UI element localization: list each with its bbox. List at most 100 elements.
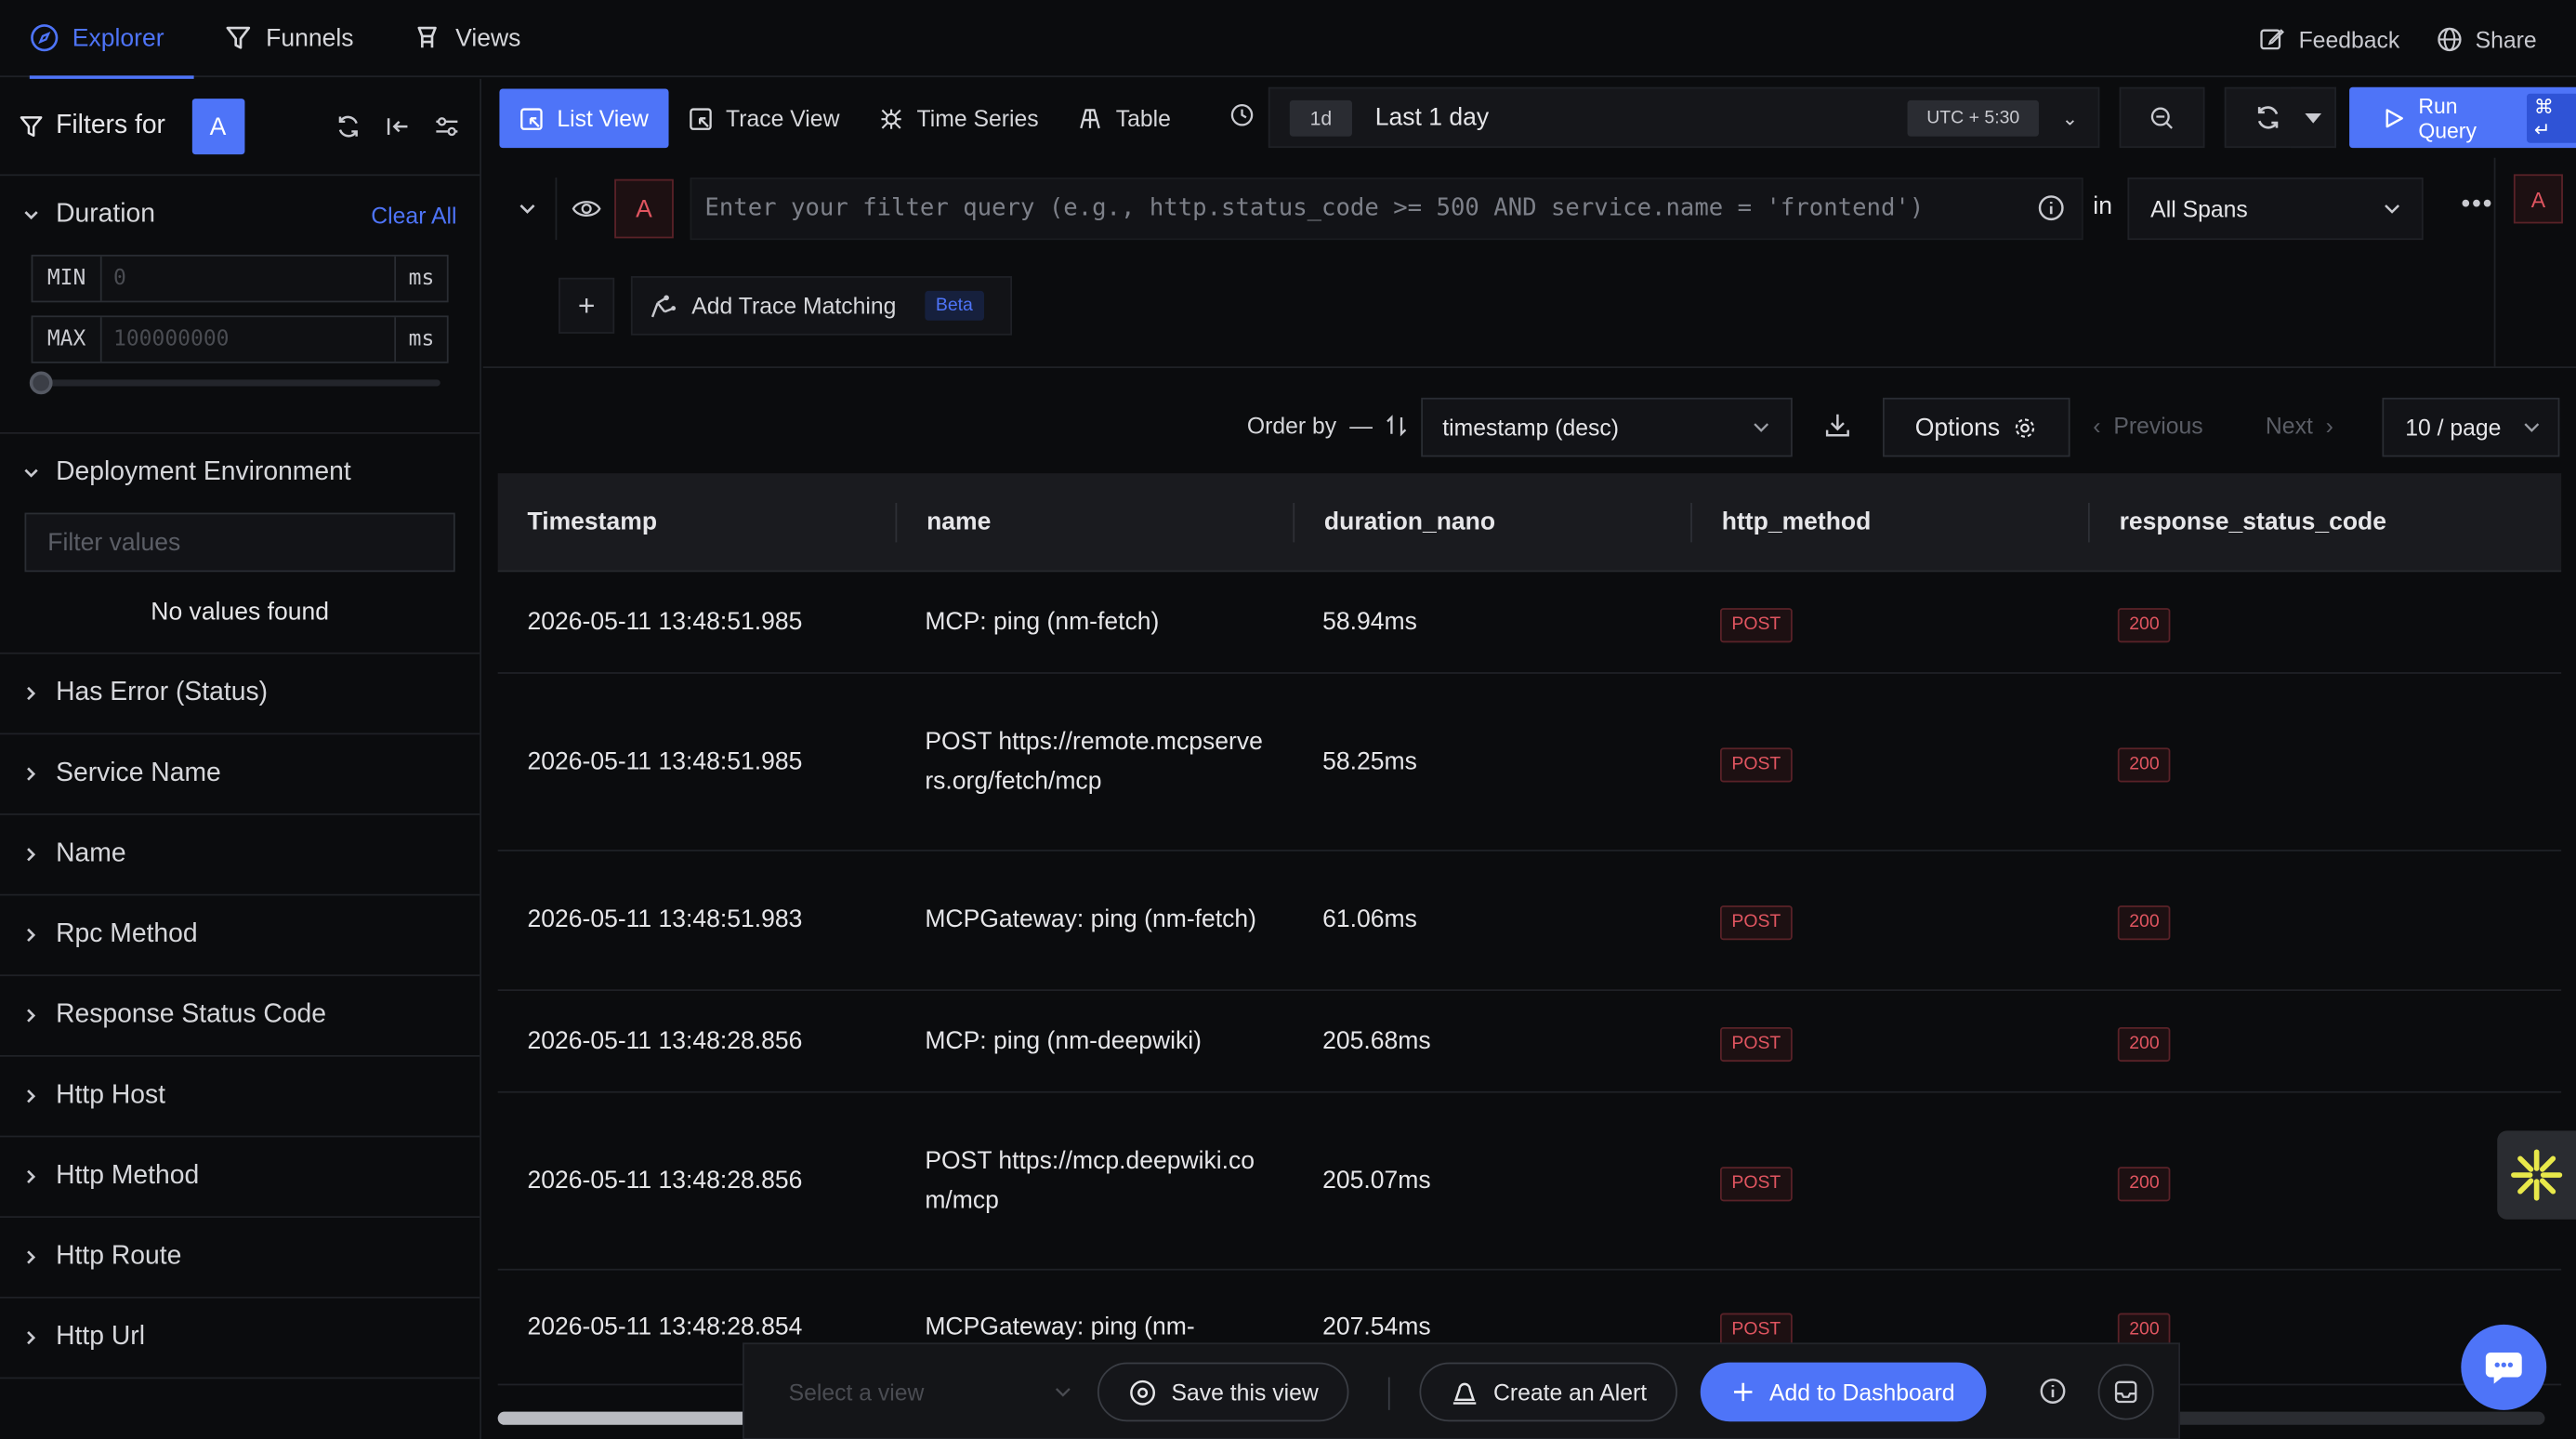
query-badge[interactable]: A [191, 99, 244, 155]
clear-all-link[interactable]: Clear All [371, 202, 456, 228]
filter-section-header[interactable]: Name [0, 815, 480, 894]
column-header[interactable]: Timestamp [498, 502, 896, 541]
filter-section-header[interactable]: Has Error (Status) [0, 654, 480, 733]
query-badge-right[interactable]: A [2513, 174, 2563, 224]
filter-section-header[interactable]: Rpc Method [0, 896, 480, 975]
max-input[interactable]: 100000000 [102, 317, 395, 362]
status-badge: 200 [2117, 1166, 2172, 1201]
add-query-button[interactable]: + [559, 277, 615, 334]
more-options-icon[interactable]: ••• [2461, 191, 2493, 220]
cell-duration: 205.68ms [1322, 1026, 1431, 1055]
create-alert-button[interactable]: Create an Alert [1419, 1362, 1678, 1422]
filter-section: Response Status Code [0, 976, 480, 1057]
refresh-dropdown[interactable] [2290, 86, 2336, 149]
save-view-icon [1129, 1378, 1157, 1406]
tab-table[interactable]: Table [1058, 88, 1190, 148]
min-unit: ms [394, 256, 447, 301]
order-by-select[interactable]: timestamp (desc) [1421, 397, 1793, 457]
scrollbar-thumb[interactable] [497, 1411, 761, 1425]
filter-section: Rpc Method [0, 896, 480, 977]
share-label: Share [2475, 25, 2537, 52]
duration-section: Duration Clear All MIN 0 ms MAX 10000000… [0, 176, 480, 434]
download-icon[interactable] [1823, 411, 1851, 439]
tab-views[interactable]: Views [383, 0, 550, 76]
tab-trace-view[interactable]: Trace View [668, 88, 860, 148]
max-unit: ms [394, 317, 447, 362]
settings-sliders-icon[interactable] [434, 113, 460, 139]
chat-support-button[interactable] [2461, 1324, 2547, 1410]
chevron-down-icon [1752, 417, 1771, 437]
filter-query-input[interactable]: Enter your filter query (e.g., http.stat… [690, 177, 2083, 241]
filter-section-header[interactable]: Service Name [0, 734, 480, 813]
chevron-right-icon [23, 846, 40, 863]
run-query-button[interactable]: Run Query ⌘ ↵ [2349, 86, 2576, 149]
tab-funnels[interactable]: Funnels [193, 0, 383, 76]
timezone-badge[interactable]: UTC + 5:30 [1907, 99, 2039, 136]
page-size-select[interactable]: 10 / page [2382, 397, 2560, 457]
zoom-out-button[interactable] [2119, 86, 2205, 149]
time-range-picker[interactable]: 1d Last 1 day UTC + 5:30 ⌄ [1268, 86, 2100, 149]
slider-handle[interactable] [29, 371, 53, 395]
duration-max-field[interactable]: MAX 100000000 ms [31, 315, 449, 363]
filter-section-header[interactable]: Http Method [0, 1137, 480, 1216]
add-to-dashboard-button[interactable]: Add to Dashboard [1700, 1362, 1987, 1422]
min-input[interactable]: 0 [102, 257, 395, 301]
table-row[interactable]: 2026-05-11 13:48:28.856 MCP: ping (nm-dee… [497, 991, 2562, 1093]
tab-explorer[interactable]: Explorer [0, 0, 194, 78]
duration-slider[interactable] [29, 371, 440, 395]
filter-section-header[interactable]: Response Status Code [0, 976, 480, 1055]
column-header[interactable]: response_status_code [2088, 502, 2561, 542]
inbox-icon [2113, 1379, 2139, 1405]
info-icon[interactable] [2039, 1378, 2067, 1406]
filter-section: Http Url [0, 1299, 480, 1380]
plus-icon [1731, 1380, 1755, 1404]
table-icon [1078, 106, 1103, 131]
column-header[interactable]: name [895, 502, 1294, 542]
deployment-header[interactable]: Deployment Environment [0, 434, 480, 513]
info-icon[interactable] [2037, 194, 2065, 222]
table-row[interactable]: 2026-05-11 13:48:51.985 MCP: ping (nm-fet… [497, 572, 2562, 674]
column-header[interactable]: duration_nano [1293, 502, 1690, 542]
refresh-icon [2254, 103, 2281, 131]
filter-values-input[interactable]: Filter values [24, 512, 455, 573]
save-view-button[interactable]: Save this view [1097, 1362, 1350, 1422]
table-row[interactable]: 2026-05-11 13:48:51.983 MCPGateway: ping … [497, 852, 2562, 992]
tab-list-view[interactable]: List View [499, 88, 669, 149]
table-row[interactable]: 2026-05-11 13:48:51.985 POST https://remo… [497, 674, 2562, 852]
feedback-button[interactable]: Feedback [2259, 25, 2399, 52]
filter-section-header[interactable]: Http Host [0, 1057, 480, 1136]
cell-status: 200 [2088, 1161, 2561, 1201]
status-badge: 200 [2117, 905, 2172, 941]
clock-icon[interactable] [1229, 102, 1255, 128]
cell-status: 200 [2088, 1022, 2561, 1062]
toggle-visibility-button[interactable] [555, 177, 615, 241]
chevron-down-icon [2522, 417, 2542, 437]
query-label-badge[interactable]: A [614, 178, 674, 239]
share-button[interactable]: Share [2436, 25, 2537, 52]
filter-section-header[interactable]: Http Url [0, 1299, 480, 1378]
select-view-dropdown[interactable]: Select a view [770, 1363, 1083, 1422]
list-view-icon [519, 106, 545, 131]
filter-section-label: Has Error (Status) [56, 679, 269, 707]
span-source-select[interactable]: All Spans [2127, 177, 2424, 241]
collapse-query-button[interactable] [499, 178, 555, 240]
cell-timestamp: 2026-05-11 13:48:28.856 [527, 1026, 803, 1055]
refresh-icon[interactable] [335, 113, 361, 139]
duration-header[interactable]: Duration Clear All [0, 176, 480, 255]
status-badge: 200 [2117, 746, 2172, 782]
duration-min-field[interactable]: MIN 0 ms [31, 255, 449, 303]
ai-assistant-tab[interactable] [2497, 1130, 2576, 1220]
filter-section-header[interactable]: Http Route [0, 1218, 480, 1297]
column-header[interactable]: http_method [1690, 502, 2088, 542]
next-page-button[interactable]: Next › [2266, 413, 2333, 439]
previous-page-button[interactable]: ‹ Previous [2093, 413, 2202, 439]
filter-section-label: Service Name [56, 759, 221, 787]
inbox-button[interactable] [2097, 1364, 2154, 1420]
filter-section-label: Http Method [56, 1161, 200, 1190]
tab-time-series[interactable]: Time Series [860, 88, 1058, 148]
collapse-icon[interactable] [385, 113, 411, 139]
table-row[interactable]: 2026-05-11 13:48:28.856 POST https://mcp.… [497, 1093, 2562, 1271]
filter-section-label: Name [56, 839, 126, 868]
add-trace-matching-button[interactable]: Add Trace Matching Beta [630, 276, 1013, 336]
options-button[interactable]: Options [1883, 397, 2070, 457]
